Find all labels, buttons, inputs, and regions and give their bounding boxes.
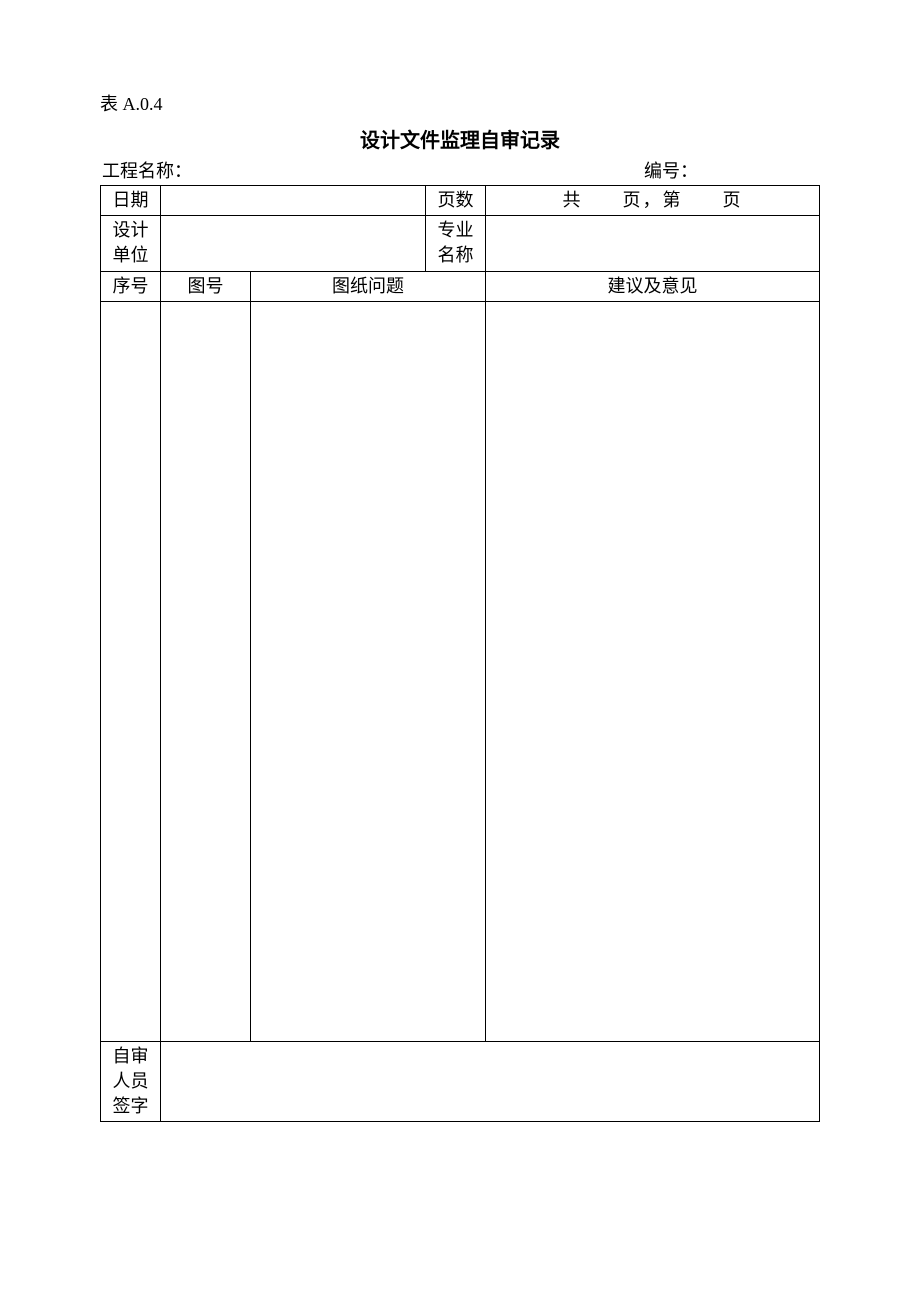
sign-value-cell [161, 1041, 820, 1122]
body-drawing-no-cell [161, 301, 251, 1041]
sign-label-cell: 自审 人员 签字 [101, 1041, 161, 1122]
pages-value-cell: 共 页，第 页 [486, 186, 820, 216]
header-suggestion: 建议及意见 [486, 271, 820, 301]
header-drawing-issue: 图纸问题 [251, 271, 486, 301]
table-row: 日期 页数 共 页，第 页 [101, 186, 820, 216]
form-table: 日期 页数 共 页，第 页 设计 单位 专业 名称 序号 图号 图纸问题 建议及… [100, 185, 820, 1122]
table-number: 表 A.0.4 [100, 90, 820, 116]
project-name-field: 工程名称： [102, 157, 192, 183]
pages-label-cell: 页数 [426, 186, 486, 216]
date-value-cell [161, 186, 426, 216]
table-row: 设计 单位 专业 名称 [101, 216, 820, 271]
design-unit-value-cell [161, 216, 426, 271]
code-label: 编号： [644, 161, 698, 181]
meta-row: 工程名称： 编号： [100, 157, 820, 185]
header-drawing-no: 图号 [161, 271, 251, 301]
body-seq-cell [101, 301, 161, 1041]
header-seq: 序号 [101, 271, 161, 301]
body-drawing-issue-cell [251, 301, 486, 1041]
body-suggestion-cell [486, 301, 820, 1041]
specialty-label-cell: 专业 名称 [426, 216, 486, 271]
table-row [101, 301, 820, 1041]
design-unit-label-cell: 设计 单位 [101, 216, 161, 271]
table-row: 序号 图号 图纸问题 建议及意见 [101, 271, 820, 301]
code-field: 编号： [644, 157, 818, 183]
document-title: 设计文件监理自审记录 [100, 124, 820, 153]
date-label-cell: 日期 [101, 186, 161, 216]
specialty-value-cell [486, 216, 820, 271]
table-row: 自审 人员 签字 [101, 1041, 820, 1122]
project-name-label: 工程名称： [102, 161, 192, 181]
